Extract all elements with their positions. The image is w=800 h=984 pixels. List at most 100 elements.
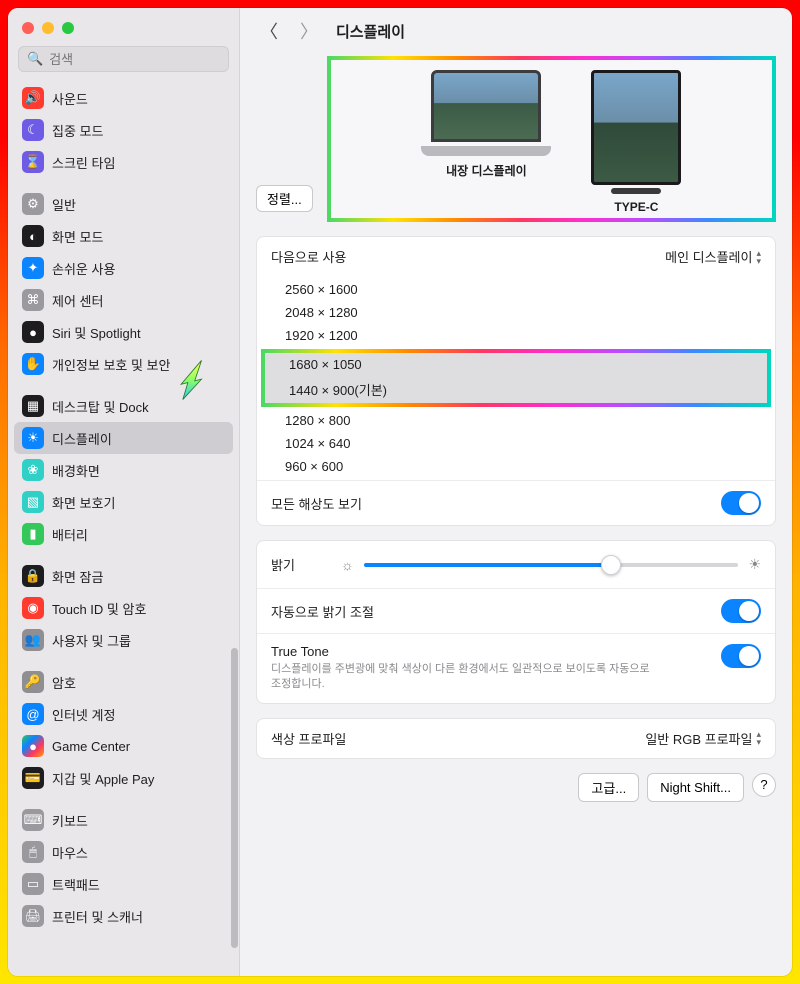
sidebar-item-label: 집중 모드	[52, 121, 103, 140]
sidebar-item-keyboard[interactable]: ⌨키보드	[14, 804, 233, 836]
brightness-row: 밝기 ☼ ☀	[257, 541, 775, 588]
sidebar-item-label: 트랙패드	[52, 875, 100, 894]
sidebar-item-label: 데스크탑 및 Dock	[52, 397, 149, 416]
resolution-option[interactable]: 1440 × 900(기본)	[265, 376, 767, 403]
monitor-icon	[591, 70, 681, 194]
resolution-option[interactable]: 1920 × 1200	[257, 324, 775, 347]
back-button[interactable]: 〈	[256, 18, 282, 44]
brightness-slider[interactable]	[364, 563, 739, 567]
resolution-option[interactable]: 2560 × 1600	[257, 278, 775, 301]
color-profile-row[interactable]: 색상 프로파일 일반 RGB 프로파일 ▴▾	[257, 719, 775, 758]
display-external-label: TYPE-C	[614, 200, 658, 214]
sidebar-item-sound[interactable]: 🔊 사운드	[14, 82, 233, 114]
sidebar-item-general[interactable]: ⚙︎ 일반	[14, 188, 233, 220]
main-content: 〈 〉 디스플레이 정렬... 내장 디스플레이	[240, 8, 792, 976]
sidebar-item-users-groups[interactable]: 👥사용자 및 그룹	[14, 624, 233, 656]
sidebar-item-trackpad[interactable]: ▭트랙패드	[14, 868, 233, 900]
sidebar-item-wallpaper[interactable]: ❀배경화면	[14, 454, 233, 486]
control-center-icon: ⌘	[22, 289, 44, 311]
night-shift-button[interactable]: Night Shift...	[647, 773, 744, 802]
show-all-label: 모든 해상도 보기	[271, 494, 362, 513]
sidebar-item-label: 화면 잠금	[52, 567, 103, 586]
resolution-option[interactable]: 960 × 600	[257, 455, 775, 478]
resolution-option[interactable]: 1024 × 640	[257, 432, 775, 455]
sidebar-item-internet-acc[interactable]: @인터넷 계정	[14, 698, 233, 730]
mouse-icon: 🖱	[22, 841, 44, 863]
forward-button: 〉	[296, 18, 322, 44]
sidebar-item-appearance[interactable]: ◐화면 모드	[14, 220, 233, 252]
search-field[interactable]: 🔍	[18, 46, 229, 72]
sidebar-item-desktop-dock[interactable]: ▦데스크탑 및 Dock	[14, 390, 233, 422]
true-tone-toggle[interactable]	[721, 644, 761, 668]
sidebar-item-passwords[interactable]: 🔑 암호	[14, 666, 233, 698]
sidebar-item-touch-id[interactable]: ◉Touch ID 및 암호	[14, 592, 233, 624]
sun-high-icon: ☀	[748, 556, 761, 573]
use-as-row[interactable]: 다음으로 사용 메인 디스플레이 ▴▾	[257, 237, 775, 276]
general-icon: ⚙︎	[22, 193, 44, 215]
game-center-icon: ●	[22, 735, 44, 757]
internet-acc-icon: @	[22, 703, 44, 725]
resolution-highlight: 1680 × 10501440 × 900(기본)	[261, 349, 771, 407]
passwords-icon: 🔑	[22, 671, 44, 693]
display-external[interactable]: TYPE-C	[591, 70, 681, 214]
focus-icon: ☾	[22, 119, 44, 141]
battery-icon: ▮	[22, 523, 44, 545]
sidebar-item-siri[interactable]: ● Siri 및 Spotlight	[14, 316, 233, 348]
arrange-button[interactable]: 정렬...	[256, 185, 313, 212]
sidebar-item-control-center[interactable]: ⌘ 제어 센터	[14, 284, 233, 316]
sun-low-icon: ☼	[341, 557, 354, 573]
system-settings-window: 🔍 🔊 사운드 ☾ 집중 모드 ⌛ 스크린 타임 ⚙︎ 일반 ◐화면 모드✦손쉬운 사용 ⌘ 제어 …	[8, 8, 792, 976]
sidebar-item-privacy[interactable]: ✋개인정보 보호 및 보안	[14, 348, 233, 380]
sidebar-item-accessibility[interactable]: ✦손쉬운 사용	[14, 252, 233, 284]
page-title: 디스플레이	[336, 21, 405, 42]
search-input[interactable]	[49, 52, 220, 67]
sidebar-scrollbar-thumb[interactable]	[231, 648, 238, 948]
use-as-select[interactable]: 메인 디스플레이 ▴▾	[665, 247, 761, 266]
show-all-toggle[interactable]	[721, 491, 761, 515]
accessibility-icon: ✦	[22, 257, 44, 279]
sidebar-item-wallet[interactable]: 💳지갑 및 Apple Pay	[14, 762, 233, 794]
slider-knob[interactable]	[601, 555, 621, 575]
sidebar-item-label: 제어 센터	[52, 291, 103, 310]
sidebar-item-mouse[interactable]: 🖱마우스	[14, 836, 233, 868]
sidebar-item-focus[interactable]: ☾ 집중 모드	[14, 114, 233, 146]
resolution-option[interactable]: 1680 × 1050	[265, 353, 767, 376]
sidebar-item-label: 암호	[52, 673, 76, 692]
resolution-option[interactable]: 1280 × 800	[257, 409, 775, 432]
sidebar-item-label: 배터리	[52, 525, 88, 544]
screen-time-icon: ⌛	[22, 151, 44, 173]
sidebar-item-label: 일반	[52, 195, 76, 214]
sound-icon: 🔊	[22, 87, 44, 109]
sidebar-item-screensaver[interactable]: ▧화면 보호기	[14, 486, 233, 518]
auto-brightness-toggle[interactable]	[721, 599, 761, 623]
wallet-icon: 💳	[22, 767, 44, 789]
resolution-list: 2560 × 16002048 × 12801920 × 1200	[257, 276, 775, 349]
screensaver-icon: ▧	[22, 491, 44, 513]
advanced-button[interactable]: 고급...	[578, 773, 639, 802]
help-button[interactable]: ?	[752, 773, 776, 797]
display-builtin[interactable]: 내장 디스플레이	[421, 70, 551, 214]
sidebar-item-printers[interactable]: 🖨프린터 및 스캐너	[14, 900, 233, 932]
sidebar-item-label: 사운드	[52, 89, 88, 108]
sidebar-item-displays[interactable]: ☀디스플레이	[14, 422, 233, 454]
close-window-button[interactable]	[22, 22, 34, 34]
sidebar-item-lock-screen[interactable]: 🔒화면 잠금	[14, 560, 233, 592]
sidebar: 🔍 🔊 사운드 ☾ 집중 모드 ⌛ 스크린 타임 ⚙︎ 일반 ◐화면 모드✦손쉬운 사용 ⌘ 제어 …	[8, 8, 240, 976]
auto-brightness-label: 자동으로 밝기 조절	[271, 602, 374, 621]
auto-brightness-row: 자동으로 밝기 조절	[257, 588, 775, 633]
sidebar-item-game-center[interactable]: ● Game Center	[14, 730, 233, 762]
sidebar-item-label: Touch ID 및 암호	[52, 599, 146, 618]
sidebar-item-label: Game Center	[52, 739, 130, 754]
minimize-window-button[interactable]	[42, 22, 54, 34]
sidebar-item-label: 스크린 타임	[52, 153, 115, 172]
sidebar-scrollbar[interactable]	[231, 108, 238, 868]
sidebar-item-battery[interactable]: ▮ 배터리	[14, 518, 233, 550]
resolution-option[interactable]: 2048 × 1280	[257, 301, 775, 324]
sidebar-item-label: Siri 및 Spotlight	[52, 323, 141, 342]
color-profile-select[interactable]: 일반 RGB 프로파일 ▴▾	[645, 729, 761, 748]
updown-icon: ▴▾	[756, 730, 761, 746]
updown-icon: ▴▾	[756, 249, 761, 265]
siri-icon: ●	[22, 321, 44, 343]
sidebar-item-screen-time[interactable]: ⌛ 스크린 타임	[14, 146, 233, 178]
zoom-window-button[interactable]	[62, 22, 74, 34]
